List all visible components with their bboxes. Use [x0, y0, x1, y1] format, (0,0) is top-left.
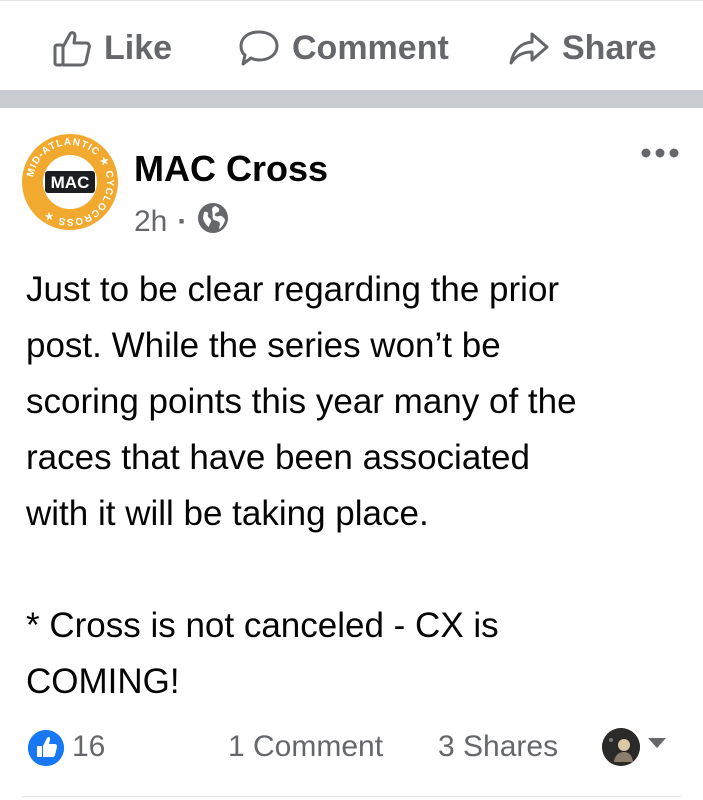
page-avatar[interactable]: MAC MID-ATLANTIC ★ CYCLOCROSS ★ [22, 134, 118, 230]
comment-button[interactable]: Comment [238, 26, 449, 70]
comments-count[interactable]: 1 Comment [228, 730, 383, 764]
audience-dropdown-icon[interactable] [648, 738, 666, 748]
comment-bubble-icon [238, 28, 280, 68]
globe-icon [197, 202, 229, 242]
post-body: Just to be clear regarding the prior pos… [26, 262, 686, 710]
post-line: with it will be taking place. [26, 494, 429, 533]
post-line: races that have been associated [26, 438, 530, 477]
like-count[interactable]: 16 [72, 730, 105, 764]
share-button[interactable]: Share [508, 26, 657, 70]
share-arrow-icon [508, 28, 550, 68]
shares-count[interactable]: 3 Shares [438, 730, 558, 764]
like-label: Like [104, 28, 173, 67]
share-label: Share [562, 28, 657, 67]
bottom-rule [22, 796, 681, 797]
viewer-avatar[interactable] [602, 728, 640, 766]
post-line: * Cross is not canceled - CX is [26, 606, 499, 645]
meta-separator: · [177, 205, 188, 238]
like-button[interactable]: Like [52, 26, 172, 70]
avatar-badge-text: MAC [51, 173, 90, 192]
post-line: scoring points this year many of the [26, 382, 577, 421]
post-line: COMING! [26, 662, 180, 701]
post-line: Just to be clear regarding the prior [26, 270, 560, 309]
section-divider [0, 90, 703, 108]
comment-label: Comment [292, 28, 449, 67]
thumbs-up-icon [52, 28, 92, 68]
post-action-bar: Like Comment Share [0, 0, 703, 92]
ellipsis-icon [641, 148, 679, 158]
post-line: post. While the series won’t be [26, 326, 501, 365]
post-time[interactable]: 2h [134, 205, 167, 239]
post-meta: 2h · [134, 202, 229, 242]
more-options-button[interactable] [640, 146, 680, 158]
post-stats: 16 1 Comment 3 Shares [0, 722, 703, 774]
like-reaction-icon[interactable] [28, 730, 64, 766]
post-author[interactable]: MAC Cross [134, 148, 328, 190]
